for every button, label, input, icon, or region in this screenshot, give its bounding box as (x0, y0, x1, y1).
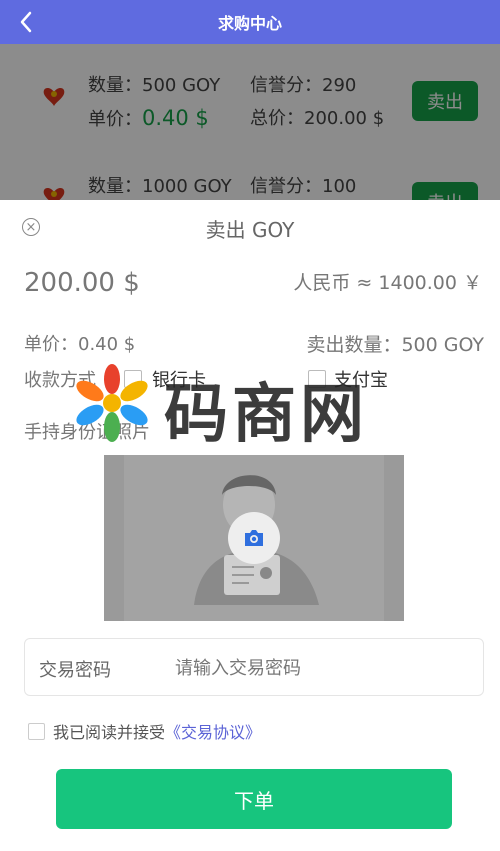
trade-password-field: 交易密码 (24, 638, 484, 696)
sheet-title: 卖出 GOY (205, 218, 295, 242)
camera-icon (245, 530, 263, 546)
id-photo-upload[interactable] (104, 455, 404, 621)
unit-price: 单价：0.40 $ (24, 334, 136, 355)
agreement-link[interactable]: 《交易协议》 (165, 719, 261, 743)
camera-button[interactable] (228, 512, 280, 564)
total-amount: 200.00 $ (24, 268, 140, 298)
trade-password-label: 交易密码 (39, 660, 111, 681)
chevron-left-icon (20, 11, 32, 33)
rmb-equivalent: 人民币 ≈ 1400.00 ￥ (293, 272, 482, 294)
page-title: 求购中心 (217, 14, 282, 33)
watermark-flower-logo-icon (76, 364, 148, 442)
place-order-button[interactable]: 下单 (56, 769, 452, 829)
back-button[interactable] (14, 8, 38, 36)
agreement-row: 我已阅读并接受 《交易协议》 (28, 720, 261, 742)
top-bar: 求购中心 (0, 0, 500, 44)
watermark: 码商网 (72, 363, 372, 452)
modal-overlay[interactable] (0, 44, 500, 200)
agreement-checkbox[interactable] (28, 722, 45, 740)
close-icon[interactable]: × (22, 218, 40, 236)
trade-password-input[interactable] (175, 649, 475, 687)
agreement-text: 我已阅读并接受 (53, 723, 166, 742)
watermark-text: 码商网 (164, 378, 368, 452)
sell-sheet: 卖出 GOY × 200.00 $ 人民币 ≈ 1400.00 ￥ 单价：0.4… (0, 200, 500, 851)
sell-quantity: 卖出数量：500 GOY (306, 334, 484, 356)
